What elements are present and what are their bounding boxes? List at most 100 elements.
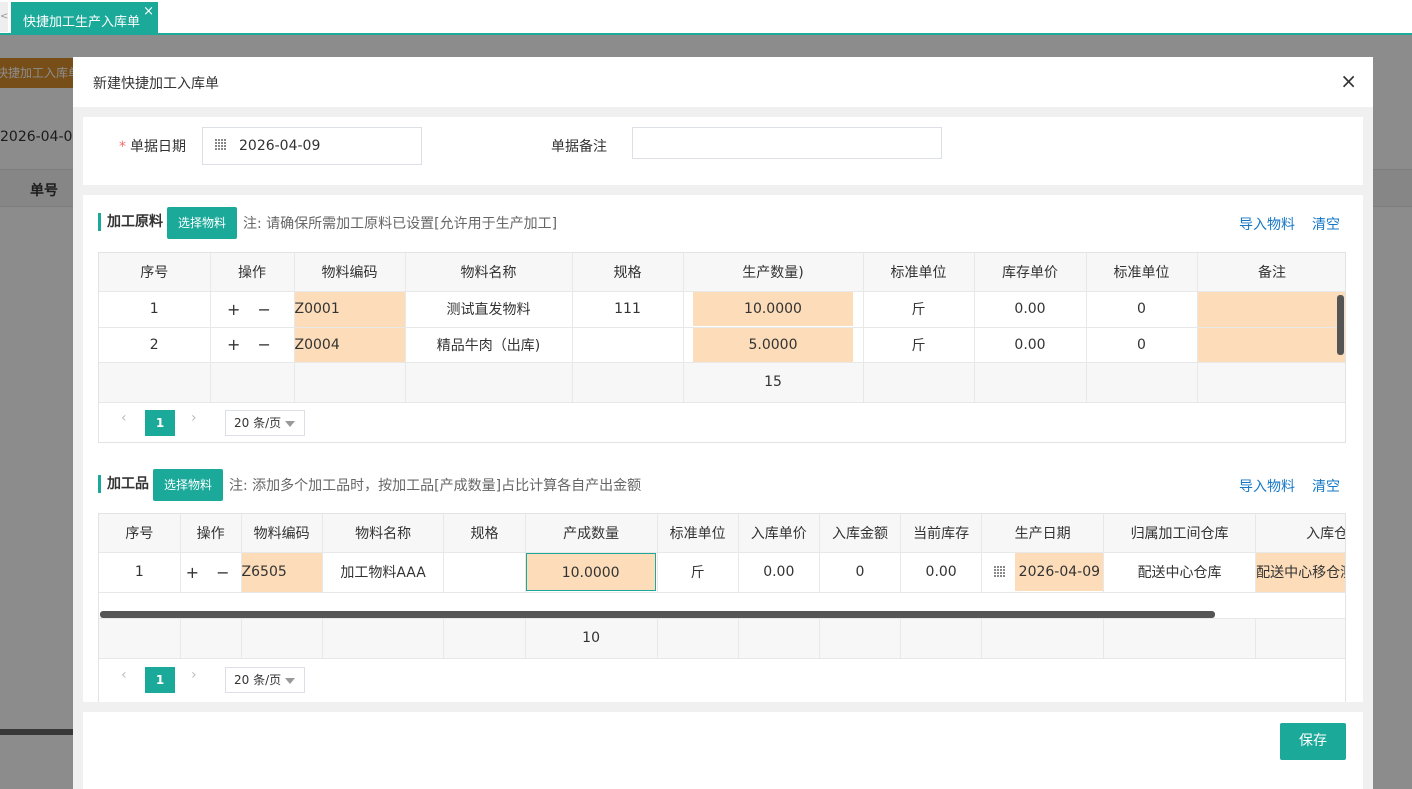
raw-select-material-button[interactable]: 选择物料 bbox=[167, 207, 237, 239]
remark-cell[interactable] bbox=[1197, 291, 1345, 328]
header-form: * 单据日期 2026-04-09 单据备注 bbox=[83, 117, 1363, 185]
product-title: 加工品 bbox=[98, 475, 149, 493]
spec-cell: 111 bbox=[572, 291, 684, 328]
date-value: 2026-04-09 bbox=[239, 138, 321, 154]
remark-cell[interactable] bbox=[1197, 327, 1345, 363]
inbound-warehouse-cell[interactable]: 配送中心移仓测试 bbox=[1255, 552, 1345, 593]
add-remove-icon[interactable]: + − bbox=[227, 300, 277, 319]
material-name-cell: 加工物料AAA bbox=[322, 552, 445, 593]
material-code-cell[interactable]: Z6505 bbox=[241, 552, 323, 593]
page-size-value: 20 条/页 bbox=[234, 673, 282, 687]
col-std-unit: 标准单位 bbox=[1086, 253, 1198, 292]
save-button[interactable]: 保存 bbox=[1280, 723, 1346, 760]
new-inbound-modal: 新建快捷加工入库单 × * 单据日期 2026-04-09 单据备注 加工原料 选… bbox=[73, 57, 1373, 789]
date-label: * 单据日期 bbox=[119, 136, 186, 156]
tab-close-icon[interactable]: × bbox=[143, 2, 154, 22]
product-horizontal-scrollbar[interactable] bbox=[100, 611, 1215, 618]
col-remark: 备注 bbox=[1197, 253, 1345, 292]
prev-page-icon[interactable]: ‹ bbox=[121, 667, 127, 683]
row-index: 1 bbox=[99, 552, 181, 593]
next-page-icon[interactable]: › bbox=[191, 667, 197, 683]
page-1-button[interactable]: 1 bbox=[145, 410, 175, 436]
qty-input[interactable]: 10.0000 bbox=[693, 292, 853, 326]
row-actions: + − bbox=[210, 327, 295, 363]
raw-note: 注: 请确保所需加工原料已设置[允许用于生产加工] bbox=[243, 216, 558, 232]
col-current-stock: 当前库存 bbox=[900, 514, 983, 553]
modal-header: 新建快捷加工入库单 × bbox=[73, 57, 1373, 107]
material-code-cell[interactable]: Z0004 bbox=[294, 327, 406, 363]
col-action: 操作 bbox=[210, 253, 295, 292]
col-code: 物料编码 bbox=[294, 253, 406, 292]
output-qty-cell[interactable]: 10.0000 bbox=[525, 552, 658, 593]
spec-cell bbox=[572, 327, 684, 363]
page-size-select[interactable]: 20 条/页 bbox=[225, 667, 305, 693]
caret-down-icon bbox=[285, 678, 295, 684]
prev-page-icon[interactable]: ‹ bbox=[121, 410, 127, 426]
qty-input[interactable]: 5.0000 bbox=[693, 327, 853, 361]
price-cell: 0.00 bbox=[974, 291, 1087, 328]
product-note: 注: 添加多个加工品时，按加工品[产成数量]占比计算各自产出金额 bbox=[229, 478, 642, 494]
col-inbound-amount: 入库金额 bbox=[819, 514, 902, 553]
raw-clear-link[interactable]: 清空 bbox=[1312, 214, 1340, 234]
col-production-date: 生产日期 bbox=[981, 514, 1104, 553]
price-cell: 0.00 bbox=[974, 327, 1087, 363]
raw-vertical-scrollbar[interactable] bbox=[1337, 295, 1344, 355]
page-1-button[interactable]: 1 bbox=[145, 667, 175, 693]
production-date-cell[interactable]: 2026-04-09 bbox=[981, 552, 1104, 593]
date-label-text: 单据日期 bbox=[130, 139, 186, 155]
std-unit-cell: 0 bbox=[1086, 327, 1198, 363]
add-remove-icon[interactable]: + − bbox=[227, 335, 277, 354]
product-sum-row: 10 bbox=[99, 618, 1345, 659]
inbound-amount-cell: 0 bbox=[819, 552, 902, 593]
production-date-value: 2026-04-09 bbox=[1014, 553, 1103, 591]
col-spec: 规格 bbox=[572, 253, 684, 292]
tab-bar: < 快捷加工生产入库单 × bbox=[0, 0, 1412, 35]
raw-material-table: 序号 操作 物料编码 物料名称 规格 生产数量) 标准单位 库存单价 标准单位 … bbox=[98, 252, 1346, 443]
col-unit: 标准单位 bbox=[657, 514, 739, 553]
tab-scroll-left[interactable]: < bbox=[0, 2, 8, 32]
row-index: 1 bbox=[99, 291, 211, 328]
row-actions: + − bbox=[180, 552, 242, 593]
page-size-select[interactable]: 20 条/页 bbox=[225, 410, 305, 436]
next-page-icon[interactable]: › bbox=[191, 410, 197, 426]
row-actions: + − bbox=[210, 291, 295, 328]
col-code: 物料编码 bbox=[241, 514, 323, 553]
tab-quick-processing-inbound[interactable]: 快捷加工生产入库单 × bbox=[11, 2, 158, 33]
unit-cell: 斤 bbox=[657, 552, 739, 593]
calendar-icon bbox=[994, 566, 1006, 577]
modal-title: 新建快捷加工入库单 bbox=[93, 76, 219, 92]
remark-input[interactable] bbox=[632, 127, 942, 159]
add-remove-icon[interactable]: + − bbox=[186, 563, 236, 582]
product-select-material-button[interactable]: 选择物料 bbox=[153, 469, 223, 501]
material-code-cell[interactable]: Z0001 bbox=[294, 291, 406, 328]
product-import-link[interactable]: 导入物料 bbox=[1239, 476, 1295, 496]
page-size-value: 20 条/页 bbox=[234, 416, 282, 430]
col-inbound-warehouse: 入库仓库 bbox=[1255, 514, 1345, 553]
material-name-cell: 精品牛肉（出库) bbox=[405, 327, 573, 363]
qty-cell[interactable]: 5.0000 bbox=[683, 327, 864, 363]
qty-cell[interactable]: 10.0000 bbox=[683, 291, 864, 328]
material-name-cell: 测试直发物料 bbox=[405, 291, 573, 328]
unit-cell: 斤 bbox=[863, 327, 975, 363]
product-clear-link[interactable]: 清空 bbox=[1312, 476, 1340, 496]
raw-material-title: 加工原料 bbox=[98, 213, 163, 231]
table-row: 1 + − Z0001 测试直发物料 111 10.0000 斤 0.00 0 bbox=[99, 291, 1345, 328]
product-table: 序号 操作 物料编码 物料名称 规格 产成数量 标准单位 入库单价 入库金额 当… bbox=[98, 513, 1346, 702]
col-spec: 规格 bbox=[443, 514, 526, 553]
modal-footer: 保存 bbox=[83, 712, 1363, 789]
col-unit: 标准单位 bbox=[863, 253, 975, 292]
col-name: 物料名称 bbox=[405, 253, 573, 292]
calendar-icon bbox=[215, 139, 226, 150]
raw-import-link[interactable]: 导入物料 bbox=[1239, 214, 1295, 234]
col-price: 库存单价 bbox=[974, 253, 1087, 292]
row-index: 2 bbox=[99, 327, 211, 363]
product-pagination: ‹ 1 › 20 条/页 bbox=[99, 660, 399, 700]
inbound-price-cell: 0.00 bbox=[738, 552, 820, 593]
output-qty-input[interactable]: 10.0000 bbox=[525, 553, 656, 591]
current-stock-cell: 0.00 bbox=[900, 552, 983, 593]
table-row: 1 + − Z6505 加工物料AAA 10.0000 斤 0.00 0 0.0… bbox=[99, 552, 1345, 593]
close-icon[interactable]: × bbox=[1340, 69, 1357, 93]
date-picker[interactable]: 2026-04-09 bbox=[202, 127, 422, 165]
col-action: 操作 bbox=[180, 514, 242, 553]
unit-cell: 斤 bbox=[863, 291, 975, 328]
